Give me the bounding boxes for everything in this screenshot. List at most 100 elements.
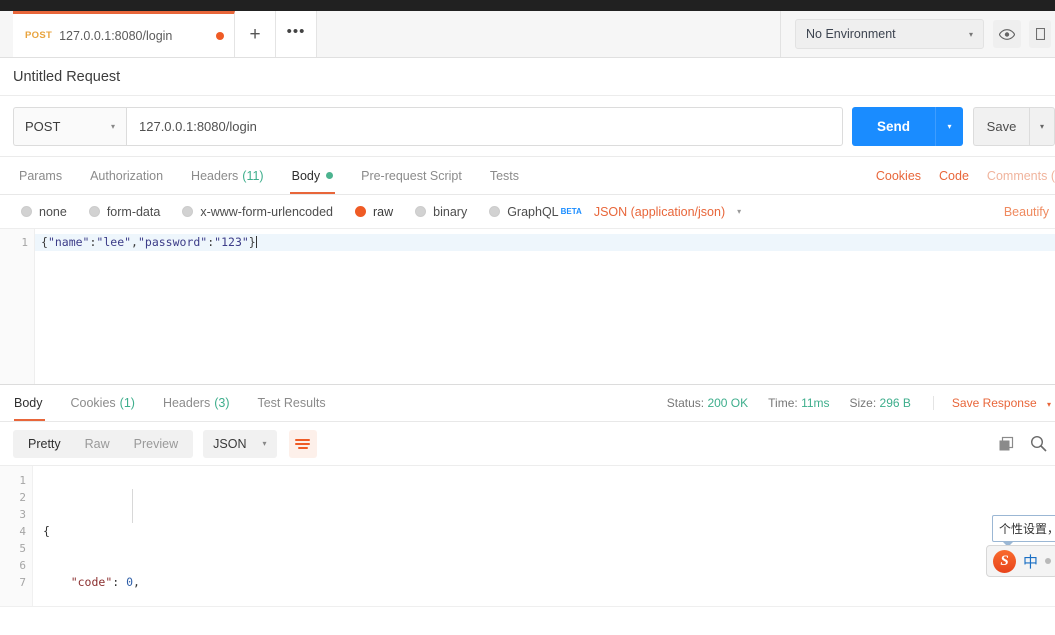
tab-headers-label: Headers xyxy=(191,168,239,183)
code-link[interactable]: Code xyxy=(939,169,969,183)
body-type-urlencoded[interactable]: x-www-form-urlencoded xyxy=(182,205,333,219)
ime-dot-icon[interactable] xyxy=(1045,558,1052,564)
url-input-value: 127.0.0.1:8080/login xyxy=(139,118,257,134)
chevron-down-icon: ▾ xyxy=(1046,400,1051,409)
response-toolbar-actions xyxy=(998,435,1055,452)
ime-mode-toggle[interactable]: 中 xyxy=(1023,551,1038,572)
status-label: Status: xyxy=(666,396,705,410)
status-value: 200 OK xyxy=(707,396,749,410)
view-mode-pretty[interactable]: Pretty xyxy=(16,430,73,458)
body-type-raw[interactable]: raw xyxy=(355,205,393,219)
unsaved-changes-dot-icon xyxy=(216,31,224,40)
body-type-raw-label: raw xyxy=(373,204,394,219)
word-wrap-toggle[interactable] xyxy=(288,429,317,458)
beta-badge: BETA xyxy=(560,207,582,216)
response-tab-body[interactable]: Body xyxy=(10,385,57,421)
size-badge: Size: 296 B xyxy=(850,396,911,410)
comments-link[interactable]: Comments ( xyxy=(987,169,1055,183)
search-button[interactable] xyxy=(1030,435,1047,452)
response-line-2: "code": 0, xyxy=(70,575,140,589)
request-section-tabs: Params Authorization Headers (11) Body P… xyxy=(0,157,1055,195)
response-line-number: 6 xyxy=(19,559,26,572)
copy-button[interactable] xyxy=(998,436,1014,452)
response-format-label: JSON xyxy=(213,436,247,451)
layout-toggle-button[interactable] xyxy=(1029,20,1051,48)
response-body-viewer[interactable]: 1 2 3 4 5 6 7 { "code": 0, "resultMsg": … xyxy=(0,465,1055,620)
view-mode-preview[interactable]: Preview xyxy=(122,430,190,458)
sogou-ime-bar[interactable]: S 中 xyxy=(986,545,1055,577)
environment-quick-look-button[interactable] xyxy=(993,20,1021,48)
tab-pre-request-script-label: Pre-request Script xyxy=(361,168,462,183)
save-options-button[interactable]: ▾ xyxy=(1029,106,1055,146)
response-code: { "code": 0, "resultMsg": null, "data": … xyxy=(33,466,1055,620)
request-editor-code[interactable]: {"name":"lee","password":"123"} xyxy=(35,229,1055,384)
body-type-none[interactable]: none xyxy=(21,205,67,219)
http-method-select[interactable]: POST ▾ xyxy=(13,106,126,146)
chevron-down-icon[interactable]: ▾ xyxy=(737,207,741,216)
tab-body-label: Body xyxy=(291,168,321,183)
copy-icon xyxy=(999,436,1014,450)
send-button[interactable]: Send xyxy=(852,106,935,146)
radio-icon xyxy=(88,206,100,217)
response-line-number: 7 xyxy=(19,576,26,589)
request-tab-login[interactable]: POST 127.0.0.1:8080/login xyxy=(13,11,235,57)
sogou-logo-icon[interactable]: S xyxy=(993,549,1016,573)
tab-authorization[interactable]: Authorization xyxy=(76,157,177,194)
chevron-down-icon: ▾ xyxy=(968,29,973,39)
content-type-select-label[interactable]: JSON (application/json) xyxy=(594,205,725,219)
view-mode-raw[interactable]: Raw xyxy=(73,430,122,458)
environment-selected-label: No Environment xyxy=(806,27,896,41)
response-tab-cookies[interactable]: Cookies (1) xyxy=(57,385,149,421)
save-response-button[interactable]: Save Response ▾ xyxy=(932,396,1051,410)
response-section-tabs: Body Cookies (1) Headers (3) Test Result… xyxy=(0,385,1055,422)
response-tab-cookies-count: (1) xyxy=(119,396,135,410)
time-badge: Time: 11ms xyxy=(768,396,829,410)
send-options-button[interactable]: ▾ xyxy=(935,106,963,146)
body-type-binary[interactable]: binary xyxy=(415,205,467,219)
request-body-editor[interactable]: 1 {"name":"lee","password":"123"} xyxy=(0,229,1055,385)
save-button-group: Save ▾ xyxy=(973,106,1055,146)
response-tab-headers[interactable]: Headers (3) xyxy=(149,385,244,421)
eye-icon xyxy=(999,28,1015,40)
body-type-urlencoded-label: x-www-form-urlencoded xyxy=(200,204,333,219)
tab-headers-count: (11) xyxy=(242,168,264,183)
request-title-bar: Untitled Request xyxy=(0,58,1055,96)
word-wrap-icon-line2 xyxy=(295,442,310,445)
tab-body[interactable]: Body xyxy=(278,157,348,194)
send-button-label: Send xyxy=(876,118,910,134)
response-line-number: 4 xyxy=(19,525,26,538)
body-type-selector: none form-data x-www-form-urlencoded raw… xyxy=(0,195,1055,229)
code-fold-guide xyxy=(132,489,133,523)
tab-params-label: Params xyxy=(19,168,63,183)
tab-pre-request-script[interactable]: Pre-request Script xyxy=(347,157,476,194)
request-tabs-right-links: Cookies Code Comments ( xyxy=(858,157,1055,194)
tab-tests[interactable]: Tests xyxy=(476,157,533,194)
ellipsis-icon: ••• xyxy=(286,23,306,40)
radio-icon xyxy=(489,206,501,217)
status-badge: Status: 200 OK xyxy=(667,396,748,410)
environment-select[interactable]: No Environment ▾ xyxy=(795,19,984,49)
request-body-text: {"name":"lee","password":"123"} xyxy=(41,235,256,249)
body-type-graphql-label: GraphQL xyxy=(507,204,559,219)
save-button[interactable]: Save xyxy=(973,106,1029,146)
new-tab-button[interactable]: + xyxy=(235,11,276,57)
cookies-link[interactable]: Cookies xyxy=(876,169,921,183)
request-tab-url: 127.0.0.1:8080/login xyxy=(59,28,173,43)
url-input[interactable]: 127.0.0.1:8080/login xyxy=(126,106,843,146)
tab-headers[interactable]: Headers (11) xyxy=(177,157,278,194)
response-tab-body-label: Body xyxy=(14,396,43,410)
plus-icon: + xyxy=(249,23,261,45)
tab-params[interactable]: Params xyxy=(13,157,76,194)
response-line-number: 2 xyxy=(19,491,26,504)
tab-options-button[interactable]: ••• xyxy=(276,11,317,57)
response-line-number: 3 xyxy=(19,508,26,521)
body-type-graphql[interactable]: GraphQL BETA xyxy=(489,205,582,219)
body-type-form-data[interactable]: form-data xyxy=(88,205,160,219)
response-format-select[interactable]: JSON ▾ xyxy=(203,429,277,458)
beautify-button[interactable]: Beautify xyxy=(1004,205,1055,219)
response-gutter: 1 2 3 4 5 6 7 xyxy=(0,466,33,620)
response-tab-test-results[interactable]: Test Results xyxy=(243,385,339,421)
radio-icon xyxy=(182,206,194,217)
tabstrip-left-gap xyxy=(0,11,13,57)
radio-icon xyxy=(21,206,32,217)
